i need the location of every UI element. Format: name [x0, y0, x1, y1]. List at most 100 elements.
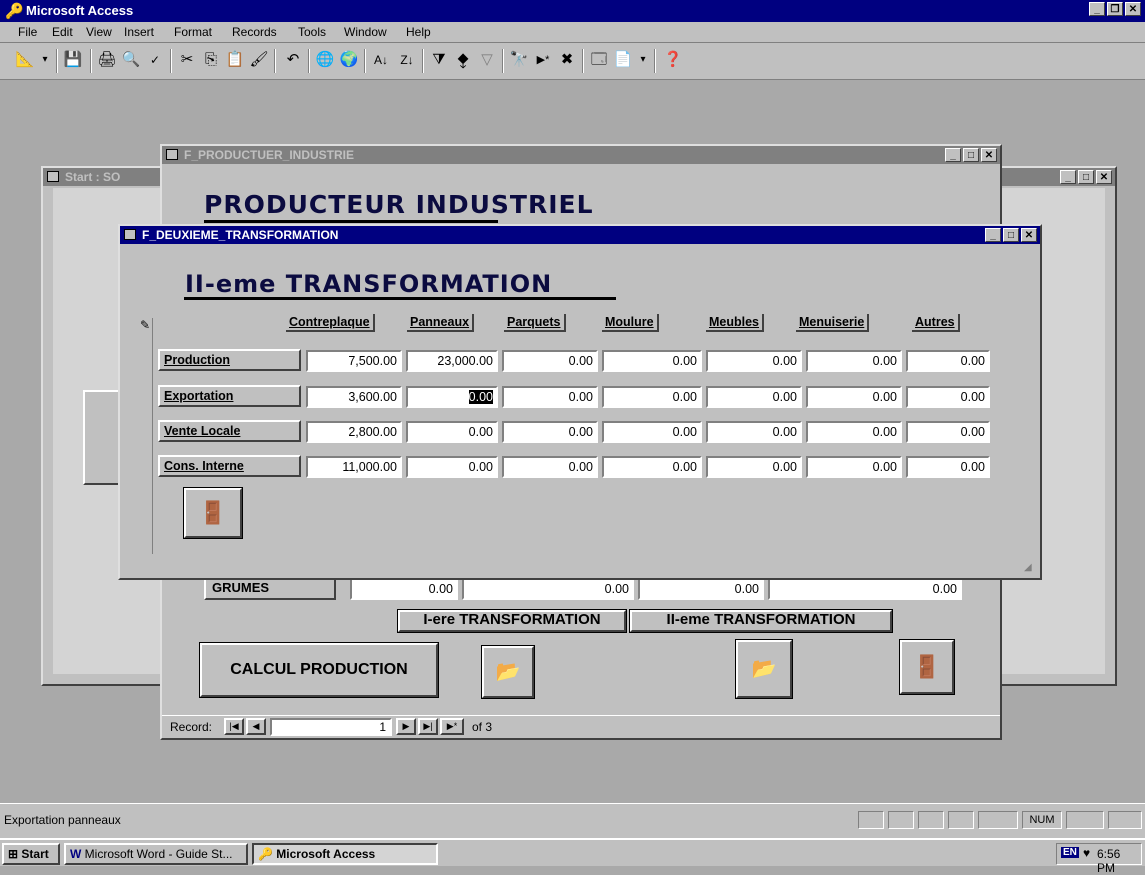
cell-production-menuiserie[interactable]: 0.00	[806, 350, 902, 372]
cell-cons-interne-parquets[interactable]: 0.00	[502, 456, 598, 478]
cell-cons-interne-contreplaque[interactable]: 11,000.00	[306, 456, 402, 478]
menu-window[interactable]: Window	[344, 25, 387, 39]
minimize-icon[interactable]: _	[1089, 2, 1105, 16]
restore-icon[interactable]: ❐	[1107, 2, 1123, 16]
next-record-icon[interactable]: ▶	[396, 718, 416, 735]
insert-hyperlink-icon[interactable]: 🌐	[314, 49, 336, 71]
start-button[interactable]: ⊞ Start	[2, 843, 60, 865]
cell-production-parquets[interactable]: 0.00	[502, 350, 598, 372]
open-folder-icon[interactable]: 📂	[481, 645, 535, 699]
record-selector[interactable]: ✎	[138, 318, 153, 554]
cell-cons-interne-autres[interactable]: 0.00	[906, 456, 990, 478]
new-record-nav-icon[interactable]: ▶*	[440, 718, 464, 735]
menu-view[interactable]: View	[86, 25, 112, 39]
save-icon[interactable]: 💾	[62, 49, 84, 71]
cell-production-moulure[interactable]: 0.00	[602, 350, 702, 372]
cell-production-contreplaque[interactable]: 7,500.00	[306, 350, 402, 372]
copy-icon[interactable]: ⎘	[200, 49, 222, 71]
database-window-icon[interactable]: 🗔	[588, 49, 610, 71]
view-dropdown-icon[interactable]: ▾	[34, 49, 56, 71]
cell-vente-locale-panneaux[interactable]: 0.00	[406, 421, 498, 443]
cell-exportation-meubles[interactable]: 0.00	[706, 386, 802, 408]
previous-record-icon[interactable]: ◀	[246, 718, 266, 735]
grumes-cell[interactable]: 0.00	[350, 578, 458, 600]
record-number-field[interactable]: 1	[270, 718, 392, 736]
design-view-icon[interactable]: 📐	[14, 49, 36, 71]
minimize-icon[interactable]: _	[985, 228, 1001, 242]
delete-record-icon[interactable]: ✖	[556, 49, 578, 71]
cell-exportation-autres[interactable]: 0.00	[906, 386, 990, 408]
cell-production-autres[interactable]: 0.00	[906, 350, 990, 372]
find-icon[interactable]: 🔭	[508, 49, 530, 71]
print-icon[interactable]: 🖨	[96, 49, 118, 71]
exit-door-icon[interactable]: 🚪	[183, 487, 243, 539]
grumes-cell[interactable]: 0.00	[768, 578, 962, 600]
apply-filter-icon[interactable]: ▽	[476, 49, 498, 71]
close-icon[interactable]: ✕	[1096, 170, 1112, 184]
cell-exportation-parquets[interactable]: 0.00	[502, 386, 598, 408]
new-object-dropdown-icon[interactable]: ▾	[632, 49, 654, 71]
grumes-cell[interactable]: 0.00	[638, 578, 764, 600]
clock[interactable]: 6:56 PM	[1097, 847, 1141, 875]
cell-cons-interne-moulure[interactable]: 0.00	[602, 456, 702, 478]
cell-vente-locale-moulure[interactable]: 0.00	[602, 421, 702, 443]
taskbar: ⊞ Start W Microsoft Word - Guide St... 🔑…	[0, 838, 1145, 875]
new-record-icon[interactable]: ▶*	[532, 49, 554, 71]
cell-exportation-panneaux[interactable]: 0.00	[406, 386, 498, 408]
cell-production-meubles[interactable]: 0.00	[706, 350, 802, 372]
format-painter-icon[interactable]: 🖌	[248, 49, 270, 71]
cell-vente-locale-meubles[interactable]: 0.00	[706, 421, 802, 443]
menu-format[interactable]: Format	[174, 25, 212, 39]
new-object-icon[interactable]: 📄	[612, 49, 634, 71]
menu-help[interactable]: Help	[406, 25, 431, 39]
cell-exportation-contreplaque[interactable]: 3,600.00	[306, 386, 402, 408]
calcul-production-button[interactable]: CALCUL PRODUCTION	[199, 642, 439, 698]
cell-cons-interne-panneaux[interactable]: 0.00	[406, 456, 498, 478]
cell-cons-interne-menuiserie[interactable]: 0.00	[806, 456, 902, 478]
spelling-icon[interactable]: ✓	[144, 49, 166, 71]
second-transformation-button[interactable]: II-eme TRANSFORMATION	[629, 609, 893, 633]
close-icon[interactable]: ✕	[1125, 2, 1141, 16]
first-record-icon[interactable]: |◀	[224, 718, 244, 735]
minimize-icon[interactable]: _	[1060, 170, 1076, 184]
menu-edit[interactable]: Edit	[52, 25, 73, 39]
exit-door-icon[interactable]: 🚪	[899, 639, 955, 695]
taskbar-item-access[interactable]: 🔑 Microsoft Access	[252, 843, 438, 865]
menu-insert[interactable]: Insert	[124, 25, 154, 39]
menu-tools[interactable]: Tools	[298, 25, 326, 39]
sort-descending-icon[interactable]: Z↓	[396, 49, 418, 71]
last-record-icon[interactable]: ▶|	[418, 718, 438, 735]
cell-vente-locale-menuiserie[interactable]: 0.00	[806, 421, 902, 443]
sort-ascending-icon[interactable]: A↓	[370, 49, 392, 71]
filter-by-form-icon[interactable]: ⧪	[452, 49, 474, 71]
cell-cons-interne-meubles[interactable]: 0.00	[706, 456, 802, 478]
size-grip-icon[interactable]: ◢	[1024, 562, 1032, 573]
minimize-icon[interactable]: _	[945, 148, 961, 162]
grumes-cell[interactable]: 0.00	[462, 578, 634, 600]
help-icon[interactable]: ❓	[662, 49, 684, 71]
cut-icon[interactable]: ✂	[176, 49, 198, 71]
taskbar-item-word[interactable]: W Microsoft Word - Guide St...	[64, 843, 248, 865]
first-transformation-button[interactable]: I-ere TRANSFORMATION	[397, 609, 627, 633]
maximize-icon[interactable]: □	[1003, 228, 1019, 242]
cell-vente-locale-contreplaque[interactable]: 2,800.00	[306, 421, 402, 443]
open-folder-icon[interactable]: 📂	[735, 639, 793, 699]
cell-exportation-moulure[interactable]: 0.00	[602, 386, 702, 408]
cell-vente-locale-autres[interactable]: 0.00	[906, 421, 990, 443]
menu-records[interactable]: Records	[232, 25, 277, 39]
undo-icon[interactable]: ↶	[282, 49, 304, 71]
close-icon[interactable]: ✕	[1021, 228, 1037, 242]
menu-file[interactable]: File	[18, 25, 37, 39]
cell-production-panneaux[interactable]: 23,000.00	[406, 350, 498, 372]
maximize-icon[interactable]: □	[1078, 170, 1094, 184]
cell-vente-locale-parquets[interactable]: 0.00	[502, 421, 598, 443]
language-indicator[interactable]: EN	[1061, 847, 1079, 858]
paste-icon[interactable]: 📋	[224, 49, 246, 71]
print-preview-icon[interactable]: 🔍	[120, 49, 142, 71]
cell-exportation-menuiserie[interactable]: 0.00	[806, 386, 902, 408]
close-icon[interactable]: ✕	[981, 148, 997, 162]
network-icon[interactable]: ♥	[1083, 846, 1090, 860]
maximize-icon[interactable]: □	[963, 148, 979, 162]
web-toolbar-icon[interactable]: 🌍	[338, 49, 360, 71]
filter-by-selection-icon[interactable]: ⧩	[428, 49, 450, 71]
